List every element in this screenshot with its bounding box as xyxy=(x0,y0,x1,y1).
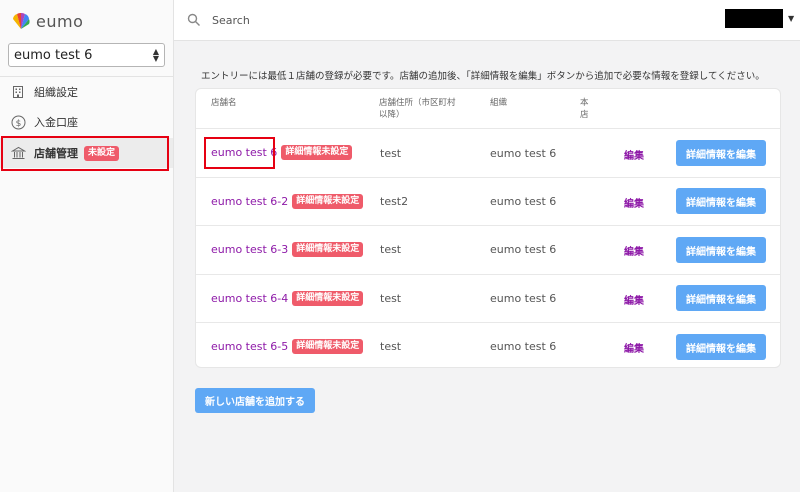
entry-notice: エントリーには最低１店舗の登録が必要です。店舗の追加後、「詳細情報を編集」ボタン… xyxy=(201,71,765,82)
detail-unset-badge: 詳細情報未設定 xyxy=(292,291,364,306)
store-address: test xyxy=(380,340,402,353)
chevron-down-icon[interactable]: ▼ xyxy=(788,14,794,23)
highlight-box-store-name xyxy=(204,137,275,169)
organization-select[interactable]: eumo test 6 ▲ ▼ xyxy=(8,43,165,67)
building-icon xyxy=(10,84,26,100)
edit-details-button[interactable]: 詳細情報を編集 xyxy=(676,237,766,263)
store-name[interactable]: eumo test 6-5 xyxy=(211,340,288,353)
detail-unset-badge: 詳細情報未設定 xyxy=(292,339,364,354)
logo-text: eumo xyxy=(36,11,84,31)
edit-details-button[interactable]: 詳細情報を編集 xyxy=(676,188,766,214)
column-header-address: 店舗住所（市区町村以降） xyxy=(379,98,456,120)
select-arrows-icon: ▲ ▼ xyxy=(152,47,159,63)
store-organization: eumo test 6 xyxy=(490,292,557,305)
row-divider xyxy=(196,128,780,129)
store-name-link[interactable]: eumo test 6-5 詳細情報未設定 xyxy=(211,339,364,354)
sidebar-item-organization-settings[interactable]: 組織設定 xyxy=(0,77,173,107)
store-address: test xyxy=(380,243,402,256)
detail-unset-badge: 詳細情報未設定 xyxy=(281,145,353,160)
store-address: test xyxy=(380,292,402,305)
store-name[interactable]: eumo test 6-4 xyxy=(211,292,288,305)
add-store-button[interactable]: 新しい店舗を追加する xyxy=(195,388,315,413)
store-organization: eumo test 6 xyxy=(490,243,557,256)
svg-text:$: $ xyxy=(15,119,21,129)
sidebar-item-deposit-account[interactable]: $ 入金口座 xyxy=(0,107,173,137)
logo-icon xyxy=(13,12,30,29)
column-header-organization: 組織 xyxy=(490,98,508,108)
detail-unset-badge: 詳細情報未設定 xyxy=(292,242,364,257)
eumo-logo[interactable]: eumo xyxy=(11,10,83,32)
sidebar: eumo eumo test 6 ▲ ▼ 組織設定 $ 入金口座 店舗管理 未設定 xyxy=(0,0,174,492)
dollar-circle-icon: $ xyxy=(10,114,26,130)
organization-select-value: eumo test 6 xyxy=(14,47,93,63)
row-divider xyxy=(196,225,780,226)
column-header-store-name: 店舗名 xyxy=(211,98,237,108)
store-name-link[interactable]: eumo test 6-2 詳細情報未設定 xyxy=(211,194,364,209)
edit-link[interactable]: 編集 xyxy=(624,243,644,258)
search-icon xyxy=(187,13,200,26)
highlight-box-sidebar xyxy=(1,136,169,171)
edit-link[interactable]: 編集 xyxy=(624,195,644,210)
store-name-link[interactable]: eumo test 6-3 詳細情報未設定 xyxy=(211,242,364,257)
sidebar-item-label: 入金口座 xyxy=(34,116,78,129)
store-organization: eumo test 6 xyxy=(490,147,557,160)
row-divider xyxy=(196,322,780,323)
store-organization: eumo test 6 xyxy=(490,195,557,208)
store-name[interactable]: eumo test 6-2 xyxy=(211,195,288,208)
search-input[interactable] xyxy=(212,11,512,29)
stores-table xyxy=(195,88,781,368)
edit-link[interactable]: 編集 xyxy=(624,147,644,162)
store-organization: eumo test 6 xyxy=(490,340,557,353)
sidebar-item-label: 組織設定 xyxy=(34,86,78,99)
user-menu[interactable] xyxy=(725,9,783,28)
detail-unset-badge: 詳細情報未設定 xyxy=(292,194,364,209)
store-address: test xyxy=(380,147,402,160)
edit-details-button[interactable]: 詳細情報を編集 xyxy=(676,285,766,311)
row-divider xyxy=(196,177,780,178)
top-header: ▼ xyxy=(174,0,800,41)
edit-details-button[interactable]: 詳細情報を編集 xyxy=(676,140,766,166)
store-name-link[interactable]: eumo test 6-4 詳細情報未設定 xyxy=(211,291,364,306)
store-name[interactable]: eumo test 6-3 xyxy=(211,243,288,256)
store-address: test2 xyxy=(380,195,409,208)
edit-link[interactable]: 編集 xyxy=(624,292,644,307)
edit-details-button[interactable]: 詳細情報を編集 xyxy=(676,334,766,360)
column-header-main-store: 本店 xyxy=(580,98,589,120)
edit-link[interactable]: 編集 xyxy=(624,340,644,355)
row-divider xyxy=(196,274,780,275)
